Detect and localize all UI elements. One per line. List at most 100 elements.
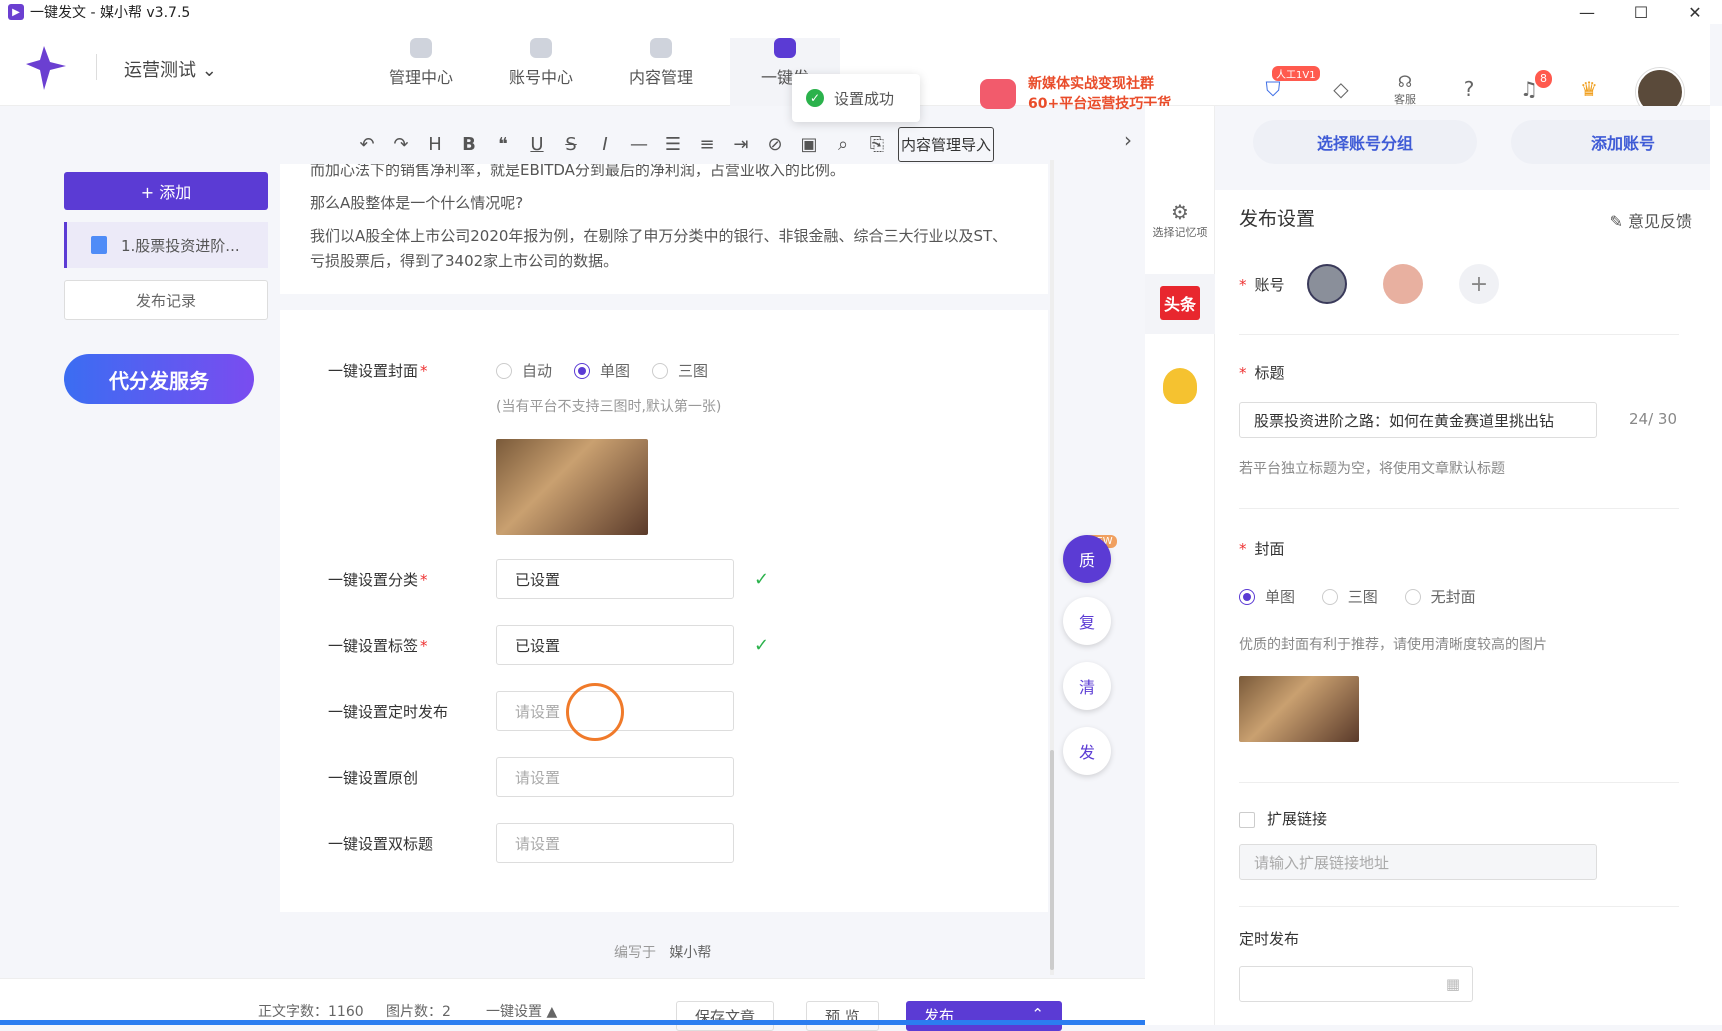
memory-settings-button[interactable]: ⚙ 选择记忆项: [1145, 200, 1215, 240]
scroll-thumb[interactable]: [1050, 750, 1054, 970]
add-article-button[interactable]: + 添加: [64, 172, 268, 210]
publish-float-button[interactable]: 发: [1063, 727, 1111, 775]
checkbox-icon: [1239, 811, 1255, 828]
minimize-button[interactable]: —: [1560, 0, 1614, 24]
nav-management-center[interactable]: 管理中心: [366, 38, 476, 88]
select-account-group-button[interactable]: 选择账号分组: [1253, 120, 1477, 164]
account-label: * 账号: [1239, 276, 1285, 294]
workspace-selector[interactable]: 运营测试 ⌄: [124, 56, 217, 82]
publish-button[interactable]: 发布 ⌃: [906, 1001, 1062, 1031]
toutiao-platform-icon[interactable]: 头条: [1160, 286, 1200, 320]
publish-settings-panel: 选择账号分组 添加账号 发布设置 ✎ 意见反馈 * 账号 + * 标题 股票投资进阶…: [1215, 106, 1722, 1025]
chevron-right-icon[interactable]: ›: [1124, 128, 1132, 152]
duplicate-check-button[interactable]: 复: [1063, 597, 1111, 645]
top-navigation: 运营测试 ⌄ 管理中心 账号中心 内容管理 一键发 ✓ 设置成功 新媒体实战变现…: [0, 24, 1710, 122]
horizontal-rule-icon[interactable]: —: [622, 134, 656, 155]
calendar-icon: ▦: [1445, 975, 1460, 993]
service-label: 客服: [1394, 92, 1416, 106]
category-setting-row: 一键设置分类 * 已设置 ✓: [328, 559, 769, 599]
tags-setting-row: 一键设置标签 * 已设置 ✓: [328, 625, 769, 665]
cover-option-auto[interactable]: 自动: [496, 360, 552, 381]
quote-icon[interactable]: ❝: [486, 134, 520, 155]
search-icon[interactable]: ⌕: [826, 134, 860, 155]
align-left-icon[interactable]: ≡: [690, 134, 724, 155]
extension-link-input[interactable]: 请输入扩展链接地址: [1239, 844, 1597, 880]
tags-input[interactable]: 已设置: [496, 625, 734, 665]
cover-option-single[interactable]: 单图: [1239, 586, 1295, 607]
publish-history-button[interactable]: 发布记录: [64, 280, 268, 320]
document-import-icon[interactable]: ⎘: [860, 134, 894, 155]
content-icon: [650, 38, 672, 58]
title-label: * 标题: [1239, 364, 1285, 382]
penguin-platform-icon[interactable]: [1163, 368, 1197, 404]
editor-credit: 编写于 媒小帮: [614, 945, 712, 961]
customer-service-button[interactable]: ☊ 客服: [1390, 72, 1420, 106]
add-account-button[interactable]: 添加账号: [1511, 120, 1722, 164]
dual-title-setting-row: 一键设置双标题 请设置: [328, 823, 734, 863]
editor-content[interactable]: 而加心法下的销售净利率，就是EBITDA分到最后的净利润，占营业收入的比例。 那…: [280, 164, 1048, 294]
close-button[interactable]: ✕: [1668, 0, 1722, 24]
cover-options: 单图 三图 无封面: [1239, 586, 1498, 609]
bell-icon[interactable]: ♫ 8: [1514, 70, 1552, 104]
account-avatar[interactable]: [1383, 264, 1423, 304]
cover-option-none[interactable]: 无封面: [1404, 586, 1476, 607]
strikethrough-icon[interactable]: S: [554, 134, 588, 155]
nav-label: 账号中心: [508, 68, 573, 87]
quality-check-button[interactable]: 质: [1063, 535, 1111, 583]
preview-button[interactable]: 预 览: [806, 1001, 879, 1031]
cover-option-three[interactable]: 三图: [1321, 586, 1378, 607]
clear-button[interactable]: 清: [1063, 662, 1111, 710]
undo-icon[interactable]: ↶: [350, 134, 384, 155]
panel-scrollbar[interactable]: [1710, 106, 1722, 1025]
cover-option-three[interactable]: 三图: [652, 360, 708, 381]
article-title: 1.股票投资进阶...: [121, 236, 240, 255]
original-input[interactable]: 请设置: [496, 757, 734, 797]
extension-link-row[interactable]: 扩展链接: [1239, 808, 1327, 829]
checkmark-icon: ✓: [754, 634, 770, 656]
divider: [1239, 334, 1679, 335]
paragraph: 那么A股整体是一个什么情况呢?: [310, 194, 524, 212]
underline-icon[interactable]: U: [520, 134, 554, 155]
cover-option-single[interactable]: 单图: [574, 360, 630, 381]
window-controls: — ☐ ✕: [1560, 0, 1722, 24]
save-article-button[interactable]: 保存文章: [676, 1001, 775, 1031]
indent-icon[interactable]: ⇥: [724, 134, 758, 155]
diamond-icon[interactable]: ◇: [1326, 74, 1356, 104]
account-tabs: 选择账号分组 添加账号: [1215, 106, 1722, 190]
banner-line-1: 新媒体实战变现社群: [1028, 76, 1154, 92]
nav-content-management[interactable]: 内容管理: [606, 38, 716, 88]
image-icon[interactable]: ▣: [792, 134, 826, 155]
crown-icon[interactable]: ♛: [1574, 74, 1604, 104]
agent-shield-icon[interactable]: ⛉ 人工1V1: [1258, 66, 1320, 104]
redo-icon[interactable]: ↷: [384, 134, 418, 155]
left-panel: + 添加 1.股票投资进阶... 发布记录 代分发服务: [64, 172, 268, 404]
account-avatar[interactable]: [1307, 264, 1347, 304]
italic-icon[interactable]: I: [588, 134, 622, 155]
clear-format-icon[interactable]: ⊘: [758, 134, 792, 155]
schedule-date-picker[interactable]: ▦: [1239, 966, 1473, 1002]
divider: [96, 54, 97, 80]
bulleted-list-icon[interactable]: ☰: [656, 134, 690, 155]
help-icon[interactable]: ?: [1454, 74, 1484, 104]
schedule-setting-row: 一键设置定时发布 请设置: [328, 691, 734, 731]
pencil-icon: ✎: [1609, 212, 1623, 231]
maximize-button[interactable]: ☐: [1614, 0, 1668, 24]
bold-icon[interactable]: B: [452, 134, 486, 155]
content-import-button[interactable]: 内容管理导入: [898, 126, 995, 162]
add-account-icon[interactable]: +: [1459, 264, 1499, 304]
title-input[interactable]: 股票投资进阶之路：如何在黄金赛道里挑出钻: [1239, 402, 1597, 438]
cover-thumbnail[interactable]: [1239, 676, 1359, 742]
dual-title-input[interactable]: 请设置: [496, 823, 734, 863]
cover-hint: (当有平台不支持三图时,默认第一张): [496, 399, 722, 415]
distribution-service-banner[interactable]: 代分发服务: [64, 354, 254, 404]
article-list-item[interactable]: 1.股票投资进阶...: [64, 222, 268, 268]
title-char-count: 24/ 30: [1629, 410, 1677, 428]
category-input[interactable]: 已设置: [496, 559, 734, 599]
cover-thumbnail[interactable]: [496, 439, 648, 535]
window-titlebar: ▶ 一键发文 - 媒小帮 v3.7.5 — ☐ ✕: [0, 0, 1722, 24]
editor-scrollbar[interactable]: [1050, 160, 1054, 975]
one-click-settings-toggle[interactable]: 一键设置 ▲: [486, 1001, 557, 1021]
heading-icon[interactable]: H: [418, 134, 452, 155]
feedback-link[interactable]: ✎ 意见反馈: [1609, 208, 1692, 232]
nav-account-center[interactable]: 账号中心: [486, 38, 596, 88]
